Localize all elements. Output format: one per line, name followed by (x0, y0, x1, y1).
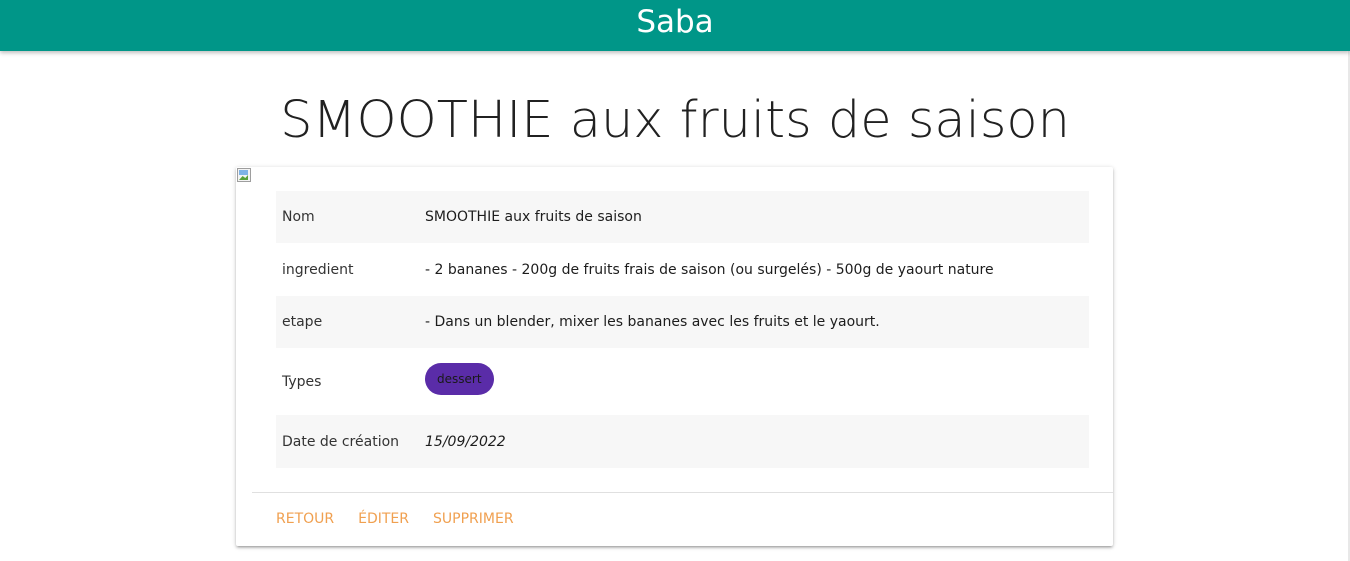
detail-row-date: Date de création 15/09/2022 (276, 415, 1089, 468)
brand-title[interactable]: Saba (636, 7, 713, 38)
detail-value: SMOOTHIE aux fruits de saison (425, 209, 642, 225)
detail-table: Nom SMOOTHIE aux fruits de saison ingred… (276, 191, 1089, 468)
edit-button[interactable]: ÉDITER (358, 511, 409, 527)
detail-value: - Dans un blender, mixer les bananes ave… (425, 314, 880, 330)
detail-label: ingredient (282, 261, 354, 278)
card-actions: RETOUR ÉDITER SUPPRIMER (276, 511, 514, 527)
delete-button[interactable]: SUPPRIMER (433, 511, 514, 527)
detail-row-ingredient: ingredient - 2 bananes - 200g de fruits … (276, 243, 1089, 296)
detail-label: etape (282, 314, 323, 330)
recipe-card: Nom SMOOTHIE aux fruits de saison ingred… (236, 167, 1113, 546)
detail-label: Date de création (282, 433, 400, 450)
broken-image-icon (236, 167, 252, 183)
detail-label: Nom (282, 209, 315, 225)
detail-value: - 2 bananes - 200g de fruits frais de sa… (425, 261, 994, 278)
detail-row-types: Types dessert (276, 348, 1089, 415)
app-header: Saba (0, 0, 1350, 51)
back-button[interactable]: RETOUR (276, 511, 334, 527)
detail-row-nom: Nom SMOOTHIE aux fruits de saison (276, 191, 1089, 243)
detail-label: Types (282, 373, 322, 390)
detail-value: 15/09/2022 (425, 433, 506, 450)
detail-value: dessert (425, 362, 494, 395)
detail-row-etape: etape - Dans un blender, mixer les banan… (276, 296, 1089, 348)
type-chip[interactable]: dessert (425, 362, 494, 395)
divider (252, 492, 1113, 493)
page-title: SMOOTHIE aux fruits de saison (280, 91, 1070, 150)
